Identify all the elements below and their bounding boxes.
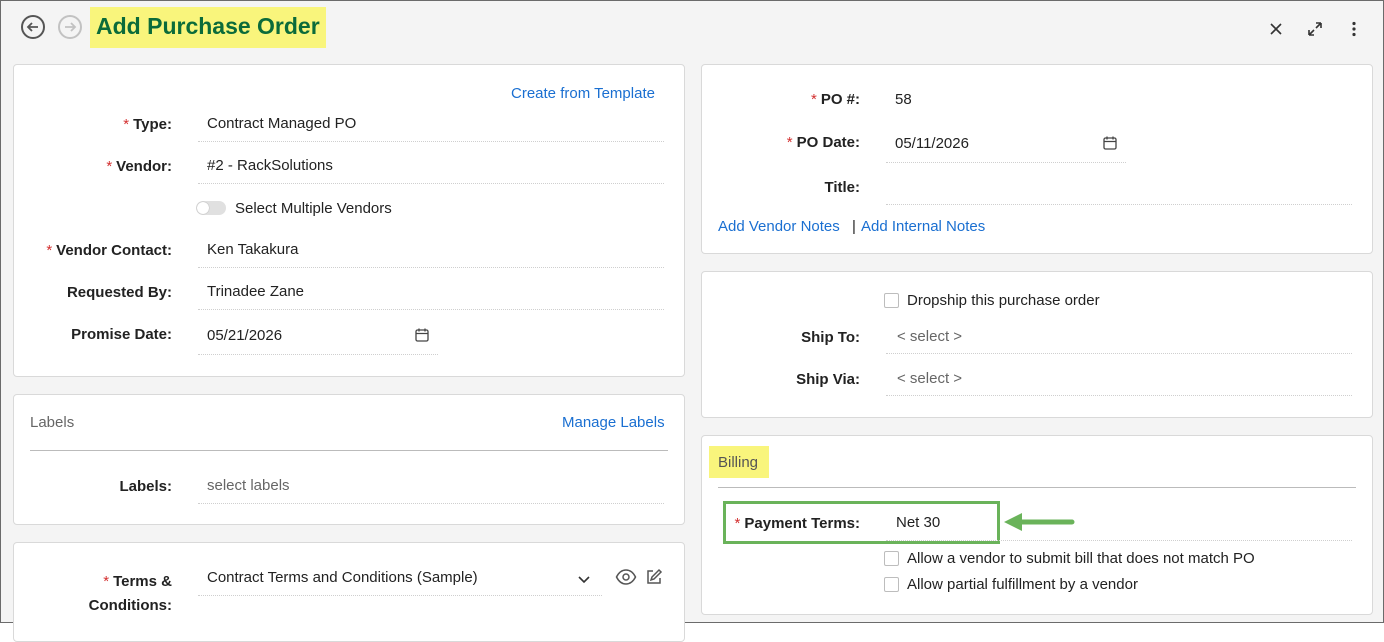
po-date-label: * PO Date: xyxy=(786,134,860,151)
type-field[interactable]: Contract Managed PO xyxy=(207,115,356,132)
expand-icon xyxy=(1308,22,1322,36)
dropship-checkbox[interactable] xyxy=(884,293,899,308)
vendor-contact-label: * Vendor Contact: xyxy=(46,242,172,259)
payment-terms-underline xyxy=(886,540,1352,541)
promise-date-field[interactable]: 05/21/2026 xyxy=(207,327,282,344)
promise-date-label: Promise Date: xyxy=(71,326,172,343)
requested-by-label: Requested By: xyxy=(66,284,172,301)
close-icon xyxy=(1270,23,1282,35)
vendor-contact-field[interactable]: Ken Takakura xyxy=(207,241,298,258)
labels-select[interactable]: select labels xyxy=(207,477,290,494)
ship-via-underline xyxy=(886,395,1352,396)
edit-icon[interactable] xyxy=(645,568,663,586)
ship-to-label: Ship To: xyxy=(801,329,860,346)
ship-to-select[interactable]: < select > xyxy=(897,328,962,345)
add-internal-notes-link[interactable]: Add Internal Notes xyxy=(861,218,985,235)
billing-section-title: Billing xyxy=(718,454,759,471)
vendor-contact-underline xyxy=(198,267,664,268)
payment-terms-select[interactable]: Net 30 xyxy=(896,514,940,531)
chevron-down-icon[interactable] xyxy=(577,572,591,586)
multiple-vendors-label: Select Multiple Vendors xyxy=(235,200,392,217)
requested-by-field[interactable]: Trinadee Zane xyxy=(207,283,304,300)
type-field-underline xyxy=(198,141,664,142)
title-label: Title: xyxy=(824,179,860,196)
dropship-label: Dropship this purchase order xyxy=(907,292,1100,309)
type-label: * Type: xyxy=(123,116,172,133)
add-vendor-notes-link[interactable]: Add Vendor Notes xyxy=(718,218,840,235)
calendar-icon[interactable] xyxy=(1102,135,1118,151)
allow-partial-label: Allow partial fulfillment by a vendor xyxy=(907,576,1138,593)
po-number-label: * PO #: xyxy=(810,91,860,108)
allow-bill-mismatch-label: Allow a vendor to submit bill that does … xyxy=(907,550,1255,567)
labels-underline xyxy=(198,503,664,504)
promise-date-underline xyxy=(198,354,438,355)
ship-via-label: Ship Via: xyxy=(796,371,860,388)
requested-by-underline xyxy=(198,309,664,310)
allow-bill-mismatch-checkbox[interactable] xyxy=(884,551,899,566)
terms-select[interactable]: Contract Terms and Conditions (Sample) xyxy=(207,569,478,586)
terms-label: * Terms & Conditions: xyxy=(88,573,172,614)
notes-separator: | xyxy=(852,218,856,235)
close-button[interactable] xyxy=(1265,18,1287,40)
vendor-field-underline xyxy=(198,183,664,184)
labels-label: Labels: xyxy=(119,478,172,495)
multiple-vendors-toggle[interactable] xyxy=(196,201,226,215)
eye-icon[interactable] xyxy=(615,567,637,587)
manage-labels-link[interactable]: Manage Labels xyxy=(562,414,665,431)
more-button[interactable] xyxy=(1343,18,1365,40)
po-number-field[interactable]: 58 xyxy=(895,91,912,108)
po-date-underline xyxy=(886,162,1126,163)
page-title: Add Purchase Order xyxy=(96,13,320,39)
create-from-template-link[interactable]: Create from Template xyxy=(511,85,655,102)
title-field[interactable] xyxy=(886,204,1352,205)
ship-via-select[interactable]: < select > xyxy=(897,370,962,387)
annotation-arrow-icon xyxy=(1004,513,1075,531)
vendor-label: * Vendor: xyxy=(106,158,172,175)
po-date-field[interactable]: 05/11/2026 xyxy=(895,135,969,152)
arrow-right-circle-icon xyxy=(65,22,77,32)
calendar-icon[interactable] xyxy=(414,327,430,343)
back-button[interactable] xyxy=(21,15,45,39)
expand-button[interactable] xyxy=(1304,18,1326,40)
vendor-field[interactable]: #2 - RackSolutions xyxy=(207,157,333,174)
forward-button[interactable] xyxy=(58,15,82,39)
terms-underline xyxy=(198,595,602,596)
labels-section-title: Labels xyxy=(30,414,75,431)
payment-terms-label: * Payment Terms: xyxy=(734,515,860,532)
arrow-left-circle-icon xyxy=(26,22,38,32)
ship-to-underline xyxy=(886,353,1352,354)
labels-divider xyxy=(30,450,668,451)
more-vertical-icon xyxy=(1352,21,1356,37)
allow-partial-checkbox[interactable] xyxy=(884,577,899,592)
billing-divider xyxy=(718,487,1356,488)
